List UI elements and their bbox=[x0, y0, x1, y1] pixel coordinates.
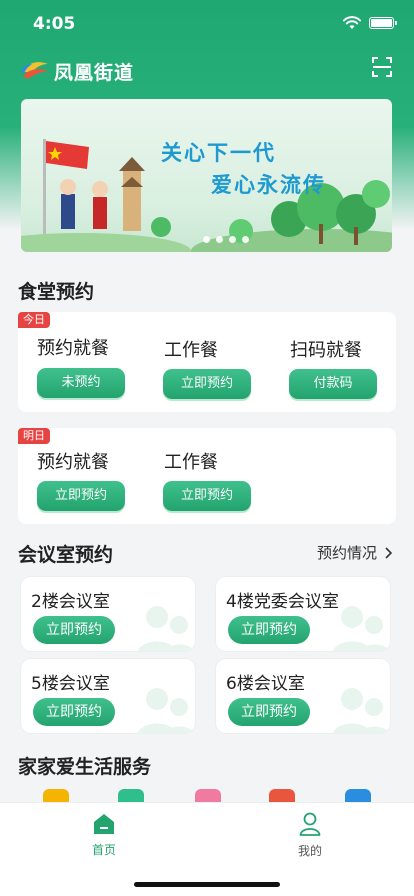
reservation-status-link[interactable]: 预约情况 bbox=[317, 542, 392, 563]
service-icon[interactable] bbox=[195, 789, 221, 803]
canteen-section-title: 食堂预约 bbox=[18, 281, 95, 303]
banner-pager[interactable] bbox=[203, 236, 249, 243]
banner-illustration bbox=[21, 139, 392, 252]
not-reserved-button[interactable]: 未预约 bbox=[37, 368, 125, 398]
tomorrow-meal-card: 明日 预约就餐 立即预约 工作餐 立即预约 bbox=[18, 428, 396, 524]
tomorrow-tag: 明日 bbox=[18, 428, 50, 444]
banner-headline-1: 关心下一代 bbox=[161, 141, 276, 165]
today-tag: 今日 bbox=[18, 312, 50, 328]
status-bar: 4:05 bbox=[0, 0, 414, 48]
pager-dot[interactable] bbox=[216, 236, 223, 243]
today-meal-card: 今日 预约就餐 未预约 工作餐 立即预约 扫码就餐 付款码 bbox=[18, 312, 396, 412]
meeting-room-card[interactable]: 2楼会议室 立即预约 bbox=[21, 577, 195, 651]
service-icons-row bbox=[0, 789, 414, 803]
profile-icon bbox=[299, 812, 321, 836]
reserve-meal-button[interactable]: 立即预约 bbox=[37, 481, 125, 511]
room-name: 5楼会议室 bbox=[31, 674, 110, 694]
people-icon bbox=[333, 688, 389, 733]
room-name: 2楼会议室 bbox=[31, 592, 110, 612]
service-icon[interactable] bbox=[269, 789, 295, 803]
phoenix-logo-icon bbox=[21, 62, 48, 79]
scan-icon[interactable] bbox=[372, 57, 392, 77]
tab-profile-label: 我的 bbox=[297, 844, 322, 858]
reserve-work-meal-button[interactable]: 立即预约 bbox=[163, 481, 251, 511]
service-icon[interactable] bbox=[345, 789, 371, 803]
meeting-room-card[interactable]: 6楼会议室 立即预约 bbox=[216, 659, 390, 733]
tab-home[interactable]: 首页 bbox=[64, 811, 144, 858]
meal-label-work: 工作餐 bbox=[164, 340, 218, 361]
service-icon[interactable] bbox=[43, 789, 69, 803]
people-icon bbox=[138, 606, 194, 651]
promo-banner[interactable]: 关心下一代 爱心永流传 bbox=[21, 99, 392, 252]
meal-label-reserve: 预约就餐 bbox=[37, 338, 109, 359]
home-indicator bbox=[134, 882, 280, 887]
reserve-room-button[interactable]: 立即预约 bbox=[228, 698, 310, 726]
room-name: 6楼会议室 bbox=[226, 674, 305, 694]
services-section-title: 家家爱生活服务 bbox=[18, 756, 152, 778]
service-icon[interactable] bbox=[118, 789, 144, 803]
pager-dot[interactable] bbox=[229, 236, 236, 243]
meeting-room-card[interactable]: 5楼会议室 立即预约 bbox=[21, 659, 195, 733]
people-icon bbox=[138, 688, 194, 733]
pager-dot[interactable] bbox=[242, 236, 249, 243]
meal-label-reserve: 预约就餐 bbox=[37, 452, 109, 473]
meeting-room-card[interactable]: 4楼党委会议室 立即预约 bbox=[216, 577, 390, 651]
reserve-work-meal-button[interactable]: 立即预约 bbox=[163, 369, 251, 399]
top-nav: 凤凰街道 bbox=[0, 52, 414, 88]
tab-home-label: 首页 bbox=[91, 843, 116, 857]
payment-code-button[interactable]: 付款码 bbox=[289, 369, 377, 399]
status-time: 4:05 bbox=[33, 14, 76, 34]
meeting-section-title: 会议室预约 bbox=[18, 544, 114, 566]
pager-dot[interactable] bbox=[203, 236, 210, 243]
reservation-status-label: 预约情况 bbox=[316, 544, 377, 562]
banner-headline-2: 爱心永流传 bbox=[211, 173, 326, 197]
chevron-right-icon bbox=[385, 546, 392, 559]
reserve-room-button[interactable]: 立即预约 bbox=[33, 698, 115, 726]
app-title: 凤凰街道 bbox=[54, 62, 135, 84]
meal-label-work: 工作餐 bbox=[164, 452, 218, 473]
reserve-room-button[interactable]: 立即预约 bbox=[33, 616, 115, 644]
meal-label-scan: 扫码就餐 bbox=[290, 340, 362, 361]
battery-icon bbox=[369, 17, 397, 29]
wifi-icon bbox=[343, 16, 361, 29]
tab-profile[interactable]: 我的 bbox=[270, 811, 350, 859]
home-icon bbox=[94, 814, 114, 834]
room-name: 4楼党委会议室 bbox=[226, 592, 339, 612]
status-icons bbox=[343, 16, 397, 30]
reserve-room-button[interactable]: 立即预约 bbox=[228, 616, 310, 644]
